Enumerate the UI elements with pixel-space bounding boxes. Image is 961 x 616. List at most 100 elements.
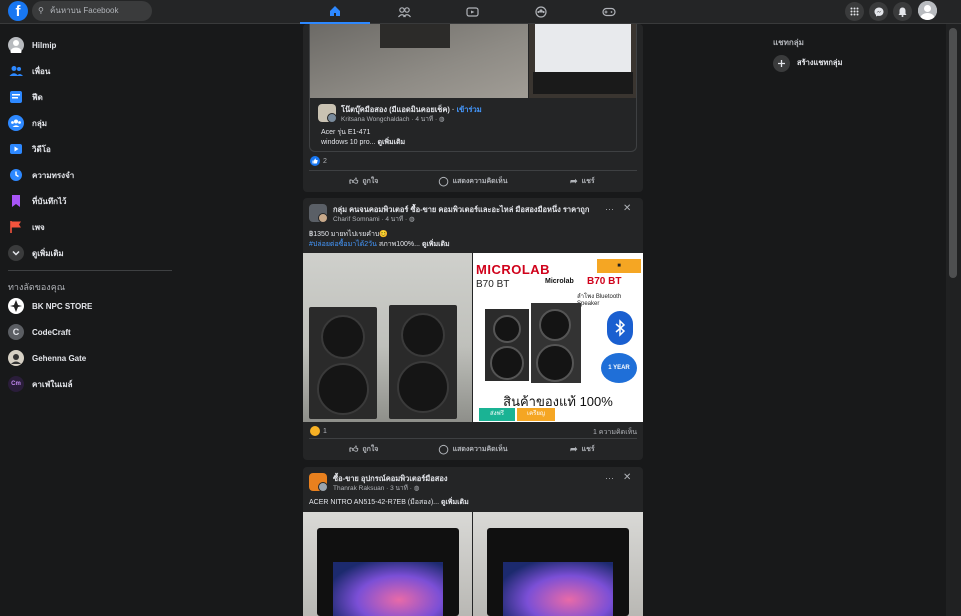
bluetooth-icon (607, 311, 633, 345)
tab-groups[interactable] (506, 0, 576, 24)
sidebar-item-label: ความทรงจำ (32, 170, 75, 180)
globe-icon: ◍ (408, 216, 415, 223)
post-actions: 👍︎ ถูกใจ ◯ แสดงความคิดเห็น ➦ แชร์ (309, 438, 637, 460)
shortcut-label: BK NPC STORE (32, 301, 93, 311)
ad-subtitle: ลำโพง Bluetooth Speaker (577, 294, 622, 307)
create-group-chat-button[interactable]: สร้างแชทกลุ่ม (773, 54, 842, 72)
saved-icon (8, 193, 24, 209)
shortcut-item[interactable]: C CodeCraft (8, 322, 71, 342)
see-more-link[interactable]: ดูเพิ่มเติม (377, 139, 405, 146)
like-button[interactable]: 👍︎ ถูกใจ (309, 439, 418, 460)
join-link[interactable]: เข้าร่วม (457, 105, 482, 114)
sidebar-item-video[interactable]: วิดีโอ (8, 139, 51, 159)
comment-button[interactable]: ◯ แสดงความคิดเห็น (418, 171, 527, 192)
see-more-link[interactable]: ดูเพิ่มเติม (422, 241, 450, 248)
create-group-chat-label: สร้างแชทกลุ่ม (797, 58, 843, 67)
hashtag-link[interactable]: #ปล่อยต่อซื้อมาได้2วัน (309, 241, 377, 248)
memories-icon (8, 167, 24, 183)
post-time[interactable]: 4 นาที (415, 116, 433, 123)
globe-icon: ◍ (438, 116, 445, 123)
ad-brand: MICROLAB (476, 262, 551, 277)
see-more-link[interactable]: ดูเพิ่มเติม (441, 499, 469, 506)
reactions-summary[interactable]: 2 (310, 156, 327, 166)
home-icon (330, 6, 340, 16)
ad-model2: B70 BT (587, 276, 622, 287)
sidebar-item-saved[interactable]: ที่บันทึกไว้ (8, 191, 66, 211)
share-button[interactable]: ➦ แชร์ (528, 439, 637, 460)
account-avatar[interactable] (918, 1, 937, 20)
groups-icon (535, 6, 547, 18)
tab-friends[interactable] (369, 0, 439, 24)
shortcut-item[interactable]: Cm คาเฟ่ในเมล์ (8, 374, 73, 394)
like-button[interactable]: 👍︎ ถูกใจ (309, 171, 418, 192)
sidebar-item-pages[interactable]: เพจ (8, 217, 45, 237)
sidebar-item-see-more[interactable]: ดูเพิ่มเติม (8, 243, 64, 263)
close-icon[interactable]: ✕ (623, 203, 631, 214)
shared-post[interactable]: โน๊ตบุ๊คมือสอง (มีแอดมินคอยเช็ค) · เข้าร… (309, 24, 637, 152)
share-button[interactable]: ➦ แชร์ (528, 171, 637, 192)
post-card: กลุ่ม คนจนคอมพิวเตอร์ ซื้อ-ขาย คอมพิวเตอ… (303, 198, 643, 460)
post-image[interactable] (310, 24, 528, 98)
group-avatar[interactable] (318, 104, 337, 123)
author-name[interactable]: Kritsana Wongchaldach (341, 116, 410, 123)
post-time[interactable]: 4 นาที (385, 216, 403, 223)
post-card: โน๊ตบุ๊คมือสอง (มีแอดมินคอยเช็ค) · เข้าร… (303, 24, 643, 192)
reactions-summary[interactable]: 1 (310, 426, 327, 436)
notifications-button[interactable] (893, 2, 912, 21)
post-text-line2: windows 10 pro... (321, 139, 376, 146)
ad-badge-free: ส่งฟรี (479, 408, 515, 421)
search-input[interactable]: ⚲ ค้นหาบน Facebook (32, 1, 152, 21)
menu-button[interactable] (845, 2, 864, 21)
sidebar-item-groups[interactable]: กลุ่ม (8, 113, 47, 133)
facebook-logo[interactable]: f (8, 1, 28, 21)
tab-watch[interactable] (437, 0, 507, 24)
share-label: แชร์ (581, 178, 595, 185)
group-name[interactable]: โน๊ตบุ๊คมือสอง (มีแอดมินคอยเช็ค) (341, 105, 450, 114)
reaction-count: 2 (323, 157, 327, 165)
left-sidebar: Hilmip เพื่อน ฟีด กลุ่ม วิดีโอ ความทรงจำ (0, 24, 180, 616)
groups-icon (8, 115, 24, 131)
tab-home[interactable] (300, 0, 370, 24)
shortcut-item[interactable]: Gehenna Gate (8, 348, 86, 368)
post-image-ad[interactable]: MICROLAB B70 BT ■ Microlab B70 BT ลำโพง … (473, 253, 643, 422)
more-options-icon[interactable]: ··· (605, 473, 614, 483)
author-name[interactable]: Charif Somnami (333, 216, 380, 223)
sidebar-item-label: ดูเพิ่มเติม (32, 248, 64, 258)
sidebar-item-profile[interactable]: Hilmip (8, 35, 56, 55)
bell-icon (898, 7, 907, 17)
share-label: แชร์ (581, 446, 595, 453)
search-icon: ⚲ (38, 6, 44, 15)
sidebar-item-label: Hilmip (32, 40, 57, 50)
chevron-down-icon (8, 245, 24, 261)
post-actions: 👍︎ ถูกใจ ◯ แสดงความคิดเห็น ➦ แชร์ (309, 170, 637, 192)
comment-button[interactable]: ◯ แสดงความคิดเห็น (418, 439, 527, 460)
post-image[interactable] (303, 512, 472, 616)
gaming-icon (602, 7, 616, 17)
share-icon: ➦ (570, 176, 578, 186)
more-options-icon[interactable]: ··· (605, 204, 614, 214)
search-placeholder: ค้นหาบน Facebook (50, 6, 119, 15)
sidebar-item-friends[interactable]: เพื่อน (8, 61, 50, 81)
author-name[interactable]: Thanrak Raksuan (333, 485, 384, 492)
sidebar-item-feed[interactable]: ฟีด (8, 87, 43, 107)
sidebar-item-memories[interactable]: ความทรงจำ (8, 165, 74, 185)
post-time[interactable]: 3 นาที (390, 485, 408, 492)
group-avatar[interactable] (309, 204, 328, 223)
post-image[interactable] (303, 253, 472, 422)
sidebar-item-label: เพจ (32, 222, 45, 232)
tab-gaming[interactable] (574, 0, 644, 24)
pages-icon (8, 219, 24, 235)
shortcut-avatar (8, 298, 24, 314)
close-icon[interactable]: ✕ (623, 472, 631, 483)
comments-count[interactable]: 1 ความคิดเห็น (593, 427, 637, 438)
scrollbar-thumb[interactable] (949, 28, 957, 278)
shop-logo: ■ (597, 259, 641, 273)
post-image[interactable] (529, 24, 636, 98)
group-avatar[interactable] (309, 473, 328, 492)
thumbs-up-icon: 👍︎ (348, 444, 359, 454)
post-text-line2: สภาพ100%... (378, 241, 420, 248)
post-image[interactable] (473, 512, 643, 616)
globe-icon: ◍ (413, 485, 420, 492)
shortcut-item[interactable]: BK NPC STORE (8, 296, 92, 316)
messenger-button[interactable] (869, 2, 888, 21)
